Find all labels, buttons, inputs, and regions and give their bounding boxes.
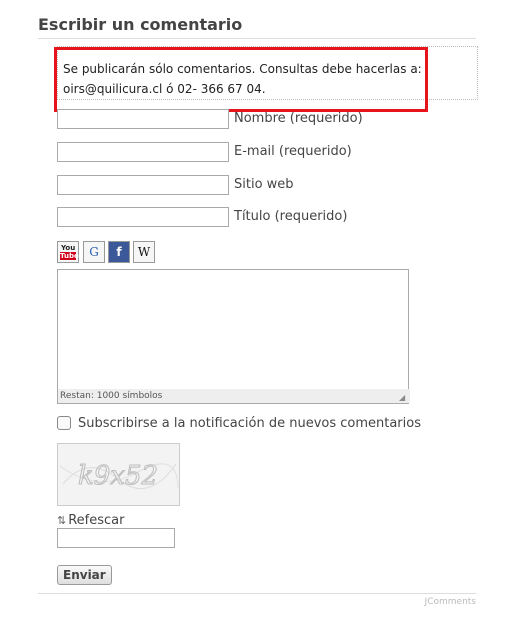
- captcha-text: k9x52: [78, 461, 158, 491]
- title-input[interactable]: [57, 207, 229, 227]
- website-input[interactable]: [57, 175, 229, 195]
- footer-divider: [38, 593, 476, 594]
- wikipedia-icon[interactable]: W: [133, 241, 155, 263]
- captcha-refresh[interactable]: ⇅ Refescar: [57, 509, 124, 528]
- email-label: E-mail (requerido): [234, 144, 352, 159]
- notice-line-2: oirs@quilicura.cl ó 02- 366 67 04.: [63, 82, 266, 96]
- comment-textarea[interactable]: [58, 270, 408, 388]
- section-title: Escribir un comentario: [38, 15, 243, 34]
- name-input[interactable]: [57, 109, 229, 129]
- notice-line-1: Se publicarán sólo comentarios. Consulta…: [63, 62, 422, 76]
- comment-editor: Restan: 1000 símbolos ◢: [57, 269, 410, 404]
- captcha-graphic: k9x52: [58, 444, 179, 505]
- subscribe-checkbox[interactable]: [57, 416, 71, 430]
- facebook-icon[interactable]: f: [108, 241, 130, 263]
- google-icon[interactable]: G: [83, 241, 105, 263]
- char-counter: Restan: 1000 símbolos: [58, 389, 410, 403]
- name-label: Nombre (requerido): [234, 111, 363, 126]
- website-label: Sitio web: [234, 177, 294, 192]
- email-input[interactable]: [57, 142, 229, 162]
- notice-box: Se publicarán sólo comentarios. Consulta…: [54, 47, 428, 112]
- captcha-input[interactable]: [57, 528, 175, 548]
- subscribe-label[interactable]: Subscribirse a la notificación de nuevos…: [78, 416, 421, 431]
- refresh-label[interactable]: Refescar: [68, 513, 124, 528]
- refresh-icon[interactable]: ⇅: [57, 514, 66, 527]
- title-label: Título (requerido): [234, 209, 348, 224]
- submit-button[interactable]: Enviar: [57, 565, 112, 585]
- resize-grip-icon[interactable]: ◢: [399, 394, 407, 402]
- youtube-icon[interactable]: You Tube: [57, 241, 79, 263]
- comment-form-section: Escribir un comentario Se publicarán sól…: [0, 0, 513, 636]
- footer-credit[interactable]: JComments: [425, 597, 476, 607]
- title-divider: [38, 38, 476, 39]
- captcha-image: k9x52: [57, 443, 180, 506]
